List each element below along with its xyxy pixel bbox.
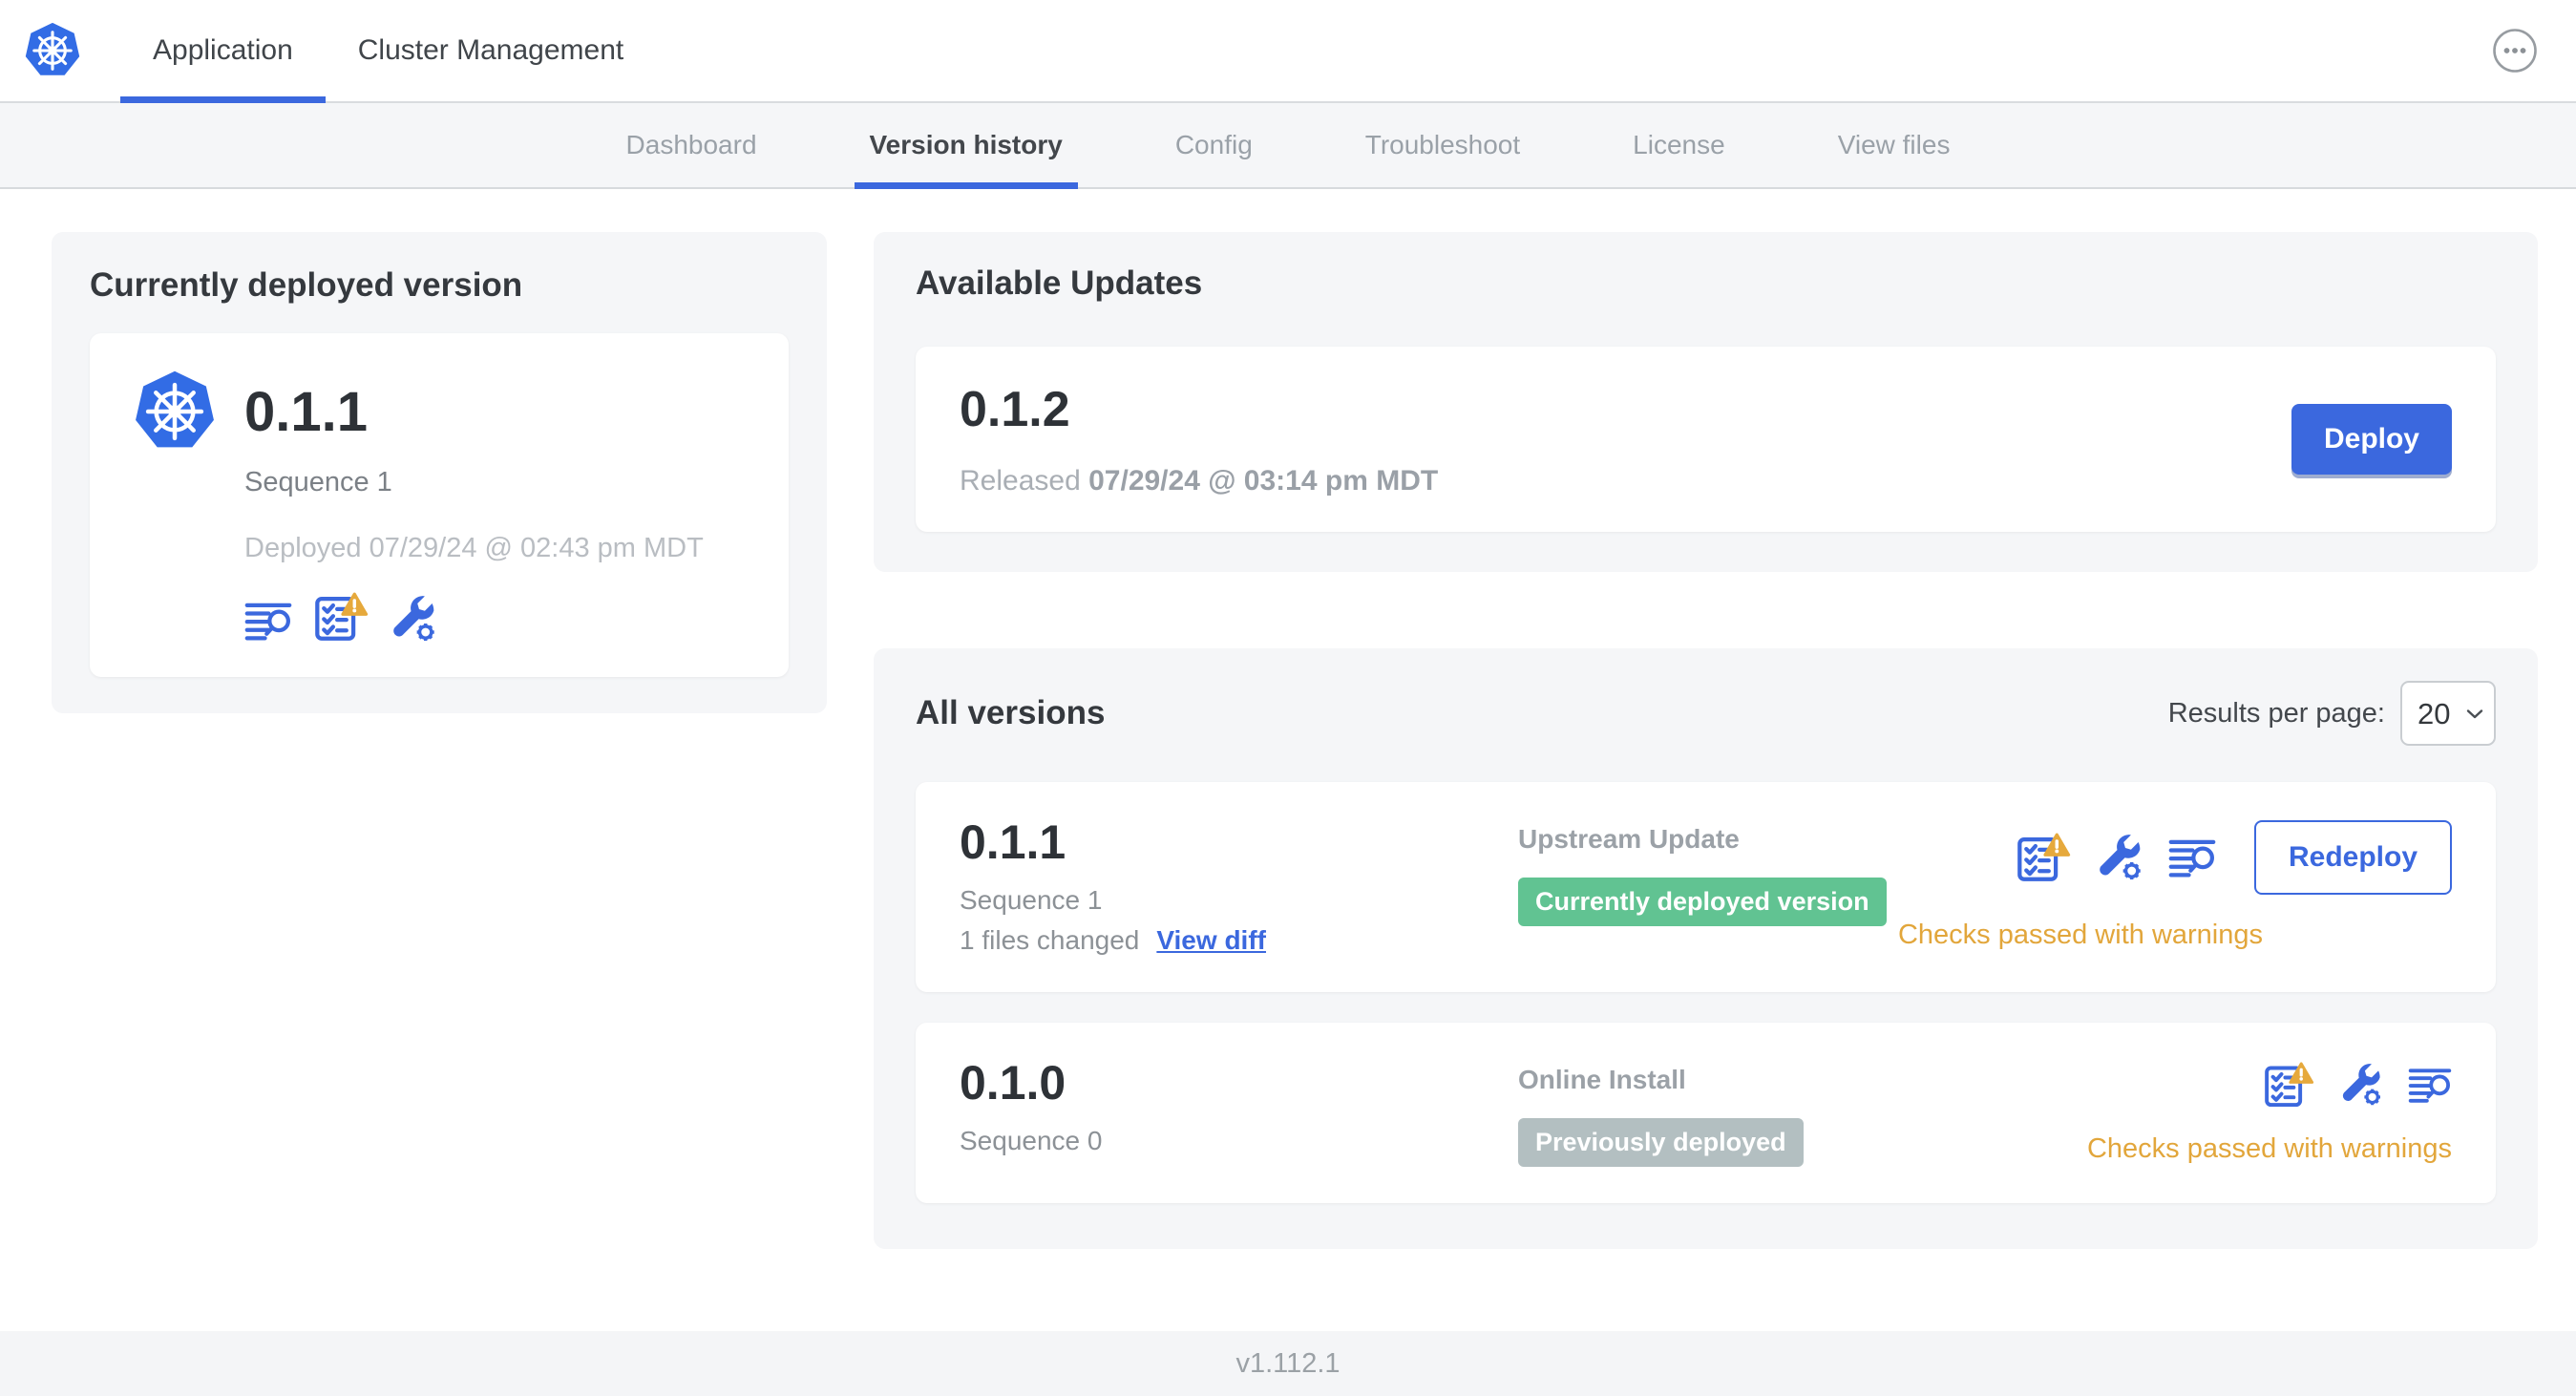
main-content: Currently deployed version 0.1.1 Sequenc… xyxy=(0,189,2576,1331)
tab-view-files[interactable]: View files xyxy=(1838,103,1951,187)
preflight-status-text[interactable]: Checks passed with warnings xyxy=(2087,1133,2452,1165)
currently-deployed-title: Currently deployed version xyxy=(90,266,523,304)
edit-config-icon[interactable] xyxy=(2096,834,2143,881)
update-version-number: 0.1.2 xyxy=(960,382,1070,437)
all-versions-card: All versions Results per page: 20 0.1.1 … xyxy=(874,648,2538,1249)
available-updates-card: Available Updates 0.1.2 Released 07/29/2… xyxy=(874,232,2538,572)
results-per-page-label: Results per page: xyxy=(2167,697,2385,729)
tab-cluster-management[interactable]: Cluster Management xyxy=(326,0,656,101)
released-date: 07/29/24 @ 03:14 pm MDT xyxy=(1088,465,1439,497)
tab-config[interactable]: Config xyxy=(1175,103,1253,187)
results-per-page-select[interactable]: 20 xyxy=(2400,681,2496,746)
available-updates-title: Available Updates xyxy=(916,264,1203,302)
status-badge: Currently deployed version xyxy=(1518,878,1887,926)
right-column: Available Updates 0.1.2 Released 07/29/2… xyxy=(874,232,2538,1249)
deployed-sequence: Sequence 1 xyxy=(244,467,392,497)
view-logs-icon[interactable] xyxy=(2408,1065,2452,1105)
deploy-button[interactable]: Deploy xyxy=(2291,404,2452,475)
edit-config-icon[interactable] xyxy=(2339,1063,2383,1107)
tab-troubleshoot[interactable]: Troubleshoot xyxy=(1365,103,1520,187)
redeploy-button[interactable]: Redeploy xyxy=(2253,820,2452,895)
version-source-label: Upstream Update xyxy=(1518,824,1740,854)
tab-application[interactable]: Application xyxy=(120,0,326,103)
console-version: v1.112.1 xyxy=(1235,1347,1341,1379)
top-tabs: Application Cluster Management xyxy=(120,0,656,103)
row-actions xyxy=(2263,1061,2452,1109)
page-footer: v1.112.1 xyxy=(0,1331,2576,1396)
top-navbar: Application Cluster Management xyxy=(0,0,2576,103)
kubernetes-logo xyxy=(136,370,214,448)
all-versions-title: All versions xyxy=(916,694,1106,731)
more-options-button[interactable] xyxy=(2492,28,2538,74)
row-version-number: 0.1.1 xyxy=(960,815,1066,869)
row-actions: Redeploy xyxy=(2016,820,2452,895)
version-row: 0.1.0 Sequence 0 Online Install Previous… xyxy=(916,1023,2496,1203)
kubernetes-logo xyxy=(25,22,80,75)
tab-dashboard[interactable]: Dashboard xyxy=(626,103,757,187)
ellipsis-icon xyxy=(2493,29,2537,73)
deployed-version-number: 0.1.1 xyxy=(244,381,368,443)
view-diff-link[interactable]: View diff xyxy=(1156,925,1266,956)
version-source-label: Online Install xyxy=(1518,1065,1686,1094)
deployed-timestamp: Deployed 07/29/24 @ 02:43 pm MDT xyxy=(244,533,704,563)
row-version-number: 0.1.0 xyxy=(960,1056,1066,1110)
results-per-page: Results per page: 20 xyxy=(2168,681,2496,746)
view-logs-icon[interactable] xyxy=(2168,835,2216,879)
row-sequence: Sequence 0 xyxy=(960,1126,1103,1155)
status-badge: Previously deployed xyxy=(1518,1118,1804,1167)
tab-license[interactable]: License xyxy=(1633,103,1725,187)
app-subnav: Dashboard Version history Config Trouble… xyxy=(0,103,2576,189)
preflight-checks-warning-icon[interactable] xyxy=(2016,832,2071,883)
edit-config-icon[interactable] xyxy=(390,595,437,643)
tab-version-history[interactable]: Version history xyxy=(854,103,1079,189)
released-label: Released xyxy=(960,465,1081,497)
update-row: 0.1.2 Released 07/29/24 @ 03:14 pm MDT D… xyxy=(916,347,2496,532)
deployed-version-actions xyxy=(244,591,750,643)
preflight-checks-warning-icon[interactable] xyxy=(313,591,369,643)
currently-deployed-card: Currently deployed version 0.1.1 Sequenc… xyxy=(52,232,827,713)
preflight-checks-warning-icon[interactable] xyxy=(2263,1061,2314,1109)
view-logs-icon[interactable] xyxy=(244,599,292,643)
row-sequence: Sequence 1 xyxy=(960,885,1103,915)
update-released-timestamp: Released 07/29/24 @ 03:14 pm MDT xyxy=(960,465,1438,497)
preflight-status-text[interactable]: Checks passed with warnings xyxy=(1898,920,2263,951)
currently-deployed-version-card: 0.1.1 Sequence 1 Deployed 07/29/24 @ 02:… xyxy=(90,333,789,677)
app-logo xyxy=(23,0,82,101)
version-row: 0.1.1 Sequence 1 1 files changed View di… xyxy=(916,782,2496,992)
files-changed-label: 1 files changed xyxy=(960,925,1140,955)
